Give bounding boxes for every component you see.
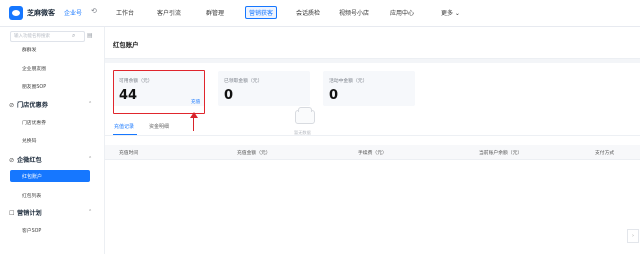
red-packet-icon: ⊘ <box>9 157 15 164</box>
app-logo-icon <box>9 6 23 20</box>
stat-card-claimed-amount: 已领取金额（元） 0 <box>218 71 310 106</box>
stat-value: 0 <box>329 88 339 103</box>
sidebar: 输入功能名称搜索 ⌕ ▤ 群群发 企业朋友圈 朋友圈SOP ⊘ 门店优惠券 ⌃ 门… <box>0 27 105 254</box>
sidebar-group-label: 营销计划 <box>17 210 42 217</box>
app-brand: 芝麻微客 <box>27 9 55 17</box>
stat-card-active-amount: 活动中金额（元） 0 <box>323 71 415 106</box>
stat-label: 活动中金额（元） <box>329 79 368 84</box>
top-navigation-bar: 芝麻微客 企业号 ⟲ 工作台 客户引流 群管理 营销获客 会话质检 视频号小店 … <box>0 0 640 27</box>
column-header: 手续费（元） <box>358 151 387 156</box>
stat-value: 0 <box>224 88 234 103</box>
search-icon[interactable]: ⌕ <box>72 31 75 41</box>
annotation-arrow-line <box>193 116 195 131</box>
sidebar-item-store-coupons[interactable]: 门店优惠券 <box>22 119 46 126</box>
sidebar-item-redeem-code[interactable]: 兑换码 <box>22 137 36 144</box>
sidebar-group-label: 企微红包 <box>17 157 42 164</box>
page-title: 红包账户 <box>113 41 139 49</box>
column-header: 充值金额（元） <box>237 151 271 156</box>
empty-data-text: 暂无数据 <box>294 130 311 135</box>
annotation-highlight-box <box>113 70 205 114</box>
switch-icon[interactable]: ⟲ <box>91 7 97 15</box>
nav-customer-acquisition[interactable]: 客户引流 <box>157 8 181 17</box>
sidebar-item-customer-sop[interactable]: 客户SOP <box>22 227 41 234</box>
nav-marketing[interactable]: 营销获客 <box>245 5 278 19</box>
edition-badge[interactable]: 企业号 <box>64 8 82 17</box>
nav-video-store[interactable]: 视频号小店 <box>339 8 369 17</box>
tabs-divider <box>105 135 640 136</box>
sidebar-group-red-packet[interactable]: ⊘ 企微红包 <box>9 155 42 164</box>
sidebar-item-moments-sop[interactable]: 朋友圈SOP <box>22 83 46 90</box>
tab-fund-details[interactable]: 资金明细 <box>149 123 169 130</box>
sidebar-group-label: 门店优惠券 <box>17 102 48 109</box>
nav-app-center[interactable]: 应用中心 <box>390 8 414 17</box>
sidebar-item-label: 红包账户 <box>22 174 43 180</box>
nav-group-management[interactable]: 群管理 <box>206 8 224 17</box>
sidebar-item-red-packet-account[interactable]: 红包账户 <box>10 170 90 182</box>
scroll-control[interactable]: › <box>627 229 639 243</box>
stat-label: 已领取金额（元） <box>224 79 263 84</box>
calendar-icon: ☐ <box>9 210 15 217</box>
page-header: 红包账户 <box>105 27 640 59</box>
sidebar-group-marketing-plan[interactable]: ☐ 营销计划 <box>9 208 42 217</box>
column-header: 充值时间 <box>119 151 139 156</box>
column-header: 支付方式 <box>595 151 615 156</box>
empty-data-icon <box>295 107 315 124</box>
sidebar-group-store-coupons[interactable]: ⊘ 门店优惠券 <box>9 100 48 109</box>
chevron-up-icon[interactable]: ⌃ <box>88 209 92 215</box>
sidebar-item-moments[interactable]: 企业朋友圈 <box>22 65 46 72</box>
chevron-up-icon[interactable]: ⌃ <box>88 156 92 162</box>
tab-recharge-records[interactable]: 充值记录 <box>114 123 134 130</box>
nav-workbench[interactable]: 工作台 <box>116 8 134 17</box>
chevron-up-icon[interactable]: ⌃ <box>88 101 92 107</box>
nav-session-inspection[interactable]: 会话质检 <box>296 8 320 17</box>
column-header: 当前账户余额（元） <box>479 151 523 156</box>
coupon-icon: ⊘ <box>9 102 15 109</box>
nav-more[interactable]: 更多 ⌄ <box>441 8 460 17</box>
sidebar-item-red-packet-list[interactable]: 红包列表 <box>22 192 41 199</box>
collapse-sidebar-icon[interactable]: ▤ <box>87 31 93 41</box>
sidebar-item-group-send[interactable]: 群群发 <box>22 46 36 53</box>
table-header: 充值时间 充值金额（元） 手续费（元） 当前账户余额（元） 支付方式 <box>105 145 640 160</box>
